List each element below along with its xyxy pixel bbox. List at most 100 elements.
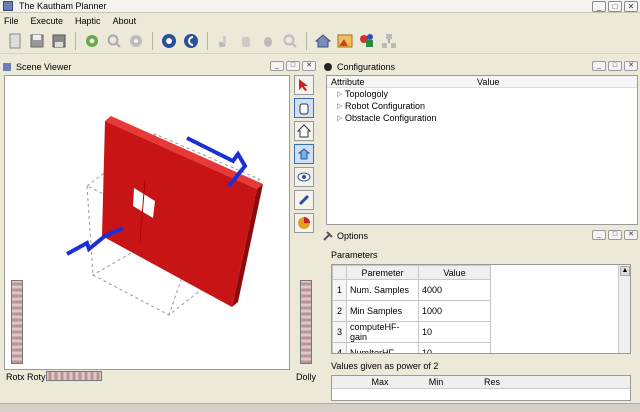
window-title: The Kautham Planner	[19, 1, 107, 11]
options-title: Options	[337, 231, 369, 241]
glove-icon[interactable]	[259, 32, 277, 50]
stop-icon[interactable]	[160, 32, 178, 50]
dock-close-button[interactable]: ✕	[624, 230, 638, 240]
parameter-name-cell[interactable]: NumIterHF	[346, 342, 419, 353]
menu-haptic[interactable]: Haptic	[75, 16, 101, 26]
menu-execute[interactable]: Execute	[31, 16, 64, 26]
scene-viewer-icon	[3, 63, 11, 71]
eye-icon[interactable]	[294, 167, 314, 187]
value-column-header[interactable]: Value	[418, 265, 491, 280]
window-controls: _ □ ✕	[592, 1, 638, 12]
dolly-slider[interactable]	[300, 280, 312, 364]
dock-restore-button[interactable]: □	[608, 230, 622, 240]
options-icon	[323, 231, 333, 241]
dock-close-button[interactable]: ✕	[624, 61, 638, 71]
dolly-label: Dolly	[296, 372, 317, 382]
parameter-value-cell[interactable]: 4000	[418, 279, 491, 301]
new-file-icon[interactable]	[6, 32, 24, 50]
robot-arm-icon[interactable]	[215, 32, 233, 50]
configurations-titlebar[interactable]: Configurations _ □ ✕	[323, 60, 640, 74]
parameter-name-cell[interactable]: Min Samples	[346, 300, 419, 322]
configurations-title: Configurations	[337, 62, 396, 72]
pie-icon[interactable]	[294, 213, 314, 233]
attribute-header[interactable]: Attribute	[331, 77, 477, 87]
scene-tools	[294, 75, 316, 236]
parameter-value-cell[interactable]: 10	[418, 342, 491, 353]
app-window: The Kautham Planner _ □ ✕ File Execute H…	[0, 0, 640, 412]
min-column-header[interactable]: Min	[408, 377, 464, 387]
toolbar-separator	[152, 31, 153, 50]
scene-3d-render[interactable]	[5, 76, 289, 369]
taskbar	[0, 403, 640, 412]
configurations-header: Attribute Value	[327, 76, 637, 88]
value-header[interactable]: Value	[477, 77, 499, 87]
parameter-name-cell[interactable]: computeHF-gain	[346, 321, 419, 343]
parameter-name-cell[interactable]: Num. Samples	[346, 279, 419, 301]
network-icon[interactable]	[380, 32, 398, 50]
rewind-icon[interactable]	[182, 32, 200, 50]
max-column-header[interactable]: Max	[352, 377, 408, 387]
settings-gear-icon[interactable]	[83, 32, 101, 50]
tree-item-robot-configuration[interactable]: ▷ Robot Configuration	[327, 100, 637, 112]
minimize-button[interactable]: _	[592, 1, 606, 12]
toolbar-separator	[75, 31, 76, 50]
menu-file[interactable]: File	[4, 16, 19, 26]
main-toolbar	[0, 28, 640, 54]
view-all-icon[interactable]	[294, 144, 314, 164]
menu-about[interactable]: About	[113, 16, 137, 26]
options-titlebar[interactable]: Options _ □ ✕	[323, 229, 640, 243]
rotx-slider[interactable]	[11, 280, 23, 364]
title-bar: The Kautham Planner _ □ ✕	[0, 0, 640, 13]
table-row[interactable]: 2 Min Samples 1000	[332, 300, 491, 322]
parameter-value-cell[interactable]: 10	[418, 321, 491, 343]
parameters-table-container[interactable]: Paremeter Value 1 Num. Samples 4000 2 Mi…	[331, 264, 631, 354]
power-of-two-label: Values given as power of 2	[331, 361, 439, 371]
scene-viewer-title: Scene Viewer	[16, 62, 72, 72]
dock-minimize-button[interactable]: _	[592, 61, 606, 71]
shapes-icon[interactable]	[358, 32, 376, 50]
configurations-icon	[324, 63, 332, 71]
parameters-table: Paremeter Value 1 Num. Samples 4000 2 Mi…	[332, 265, 491, 353]
brush-icon[interactable]	[294, 190, 314, 210]
maximize-button[interactable]: □	[608, 1, 622, 12]
tree-item-topology[interactable]: ▷ Topologoly	[327, 88, 637, 100]
hand-tool-icon[interactable]	[294, 98, 314, 118]
home-view-icon[interactable]	[294, 121, 314, 141]
table-row[interactable]: 3 computeHF-gain 10	[332, 321, 491, 343]
landscape-icon[interactable]	[336, 32, 354, 50]
close-button[interactable]: ✕	[624, 1, 638, 12]
scene-viewer-titlebar[interactable]: Scene Viewer _ □ ✕	[2, 60, 318, 74]
rotx-roty-label: Rotx Roty	[6, 372, 46, 382]
dock-minimize-button[interactable]: _	[270, 61, 284, 71]
options-panel: Parameters Paremeter Value 1 Num. Sample…	[326, 244, 638, 402]
roty-slider[interactable]	[46, 371, 102, 381]
parameters-label: Parameters	[331, 250, 378, 260]
hand-icon[interactable]	[237, 32, 255, 50]
save-as-icon[interactable]	[50, 32, 68, 50]
tree-item-obstacle-configuration[interactable]: ▷ Obstacle Configuration	[327, 112, 637, 124]
table-row[interactable]: 1 Num. Samples 4000	[332, 279, 491, 301]
scene-viewport[interactable]	[4, 75, 290, 370]
network-gear-icon[interactable]	[127, 32, 145, 50]
select-arrow-icon[interactable]	[294, 75, 314, 95]
table-scrollbar[interactable]: ▲	[618, 265, 630, 353]
configurations-panel: Attribute Value ▷ Topologoly ▷ Robot Confi…	[326, 75, 638, 225]
power-table[interactable]: Max Min Res	[331, 375, 631, 401]
dock-restore-button[interactable]: □	[286, 61, 300, 71]
dock-minimize-button[interactable]: _	[592, 230, 606, 240]
obstacle-wall	[102, 116, 263, 307]
dock-restore-button[interactable]: □	[608, 61, 622, 71]
toolbar-separator	[207, 31, 208, 50]
scroll-up-icon[interactable]: ▲	[620, 266, 630, 276]
save-icon[interactable]	[28, 32, 46, 50]
parameter-column-header[interactable]: Paremeter	[346, 265, 419, 280]
search-icon[interactable]	[105, 32, 123, 50]
parameter-value-cell[interactable]: 1000	[418, 300, 491, 322]
house-icon[interactable]	[314, 32, 332, 50]
dock-close-button[interactable]: ✕	[302, 61, 316, 71]
table-row[interactable]: 4 NumIterHF 10	[332, 342, 491, 353]
app-icon	[3, 1, 13, 11]
toolbar-separator	[306, 31, 307, 50]
zoom-icon[interactable]	[281, 32, 299, 50]
res-column-header[interactable]: Res	[464, 377, 520, 387]
